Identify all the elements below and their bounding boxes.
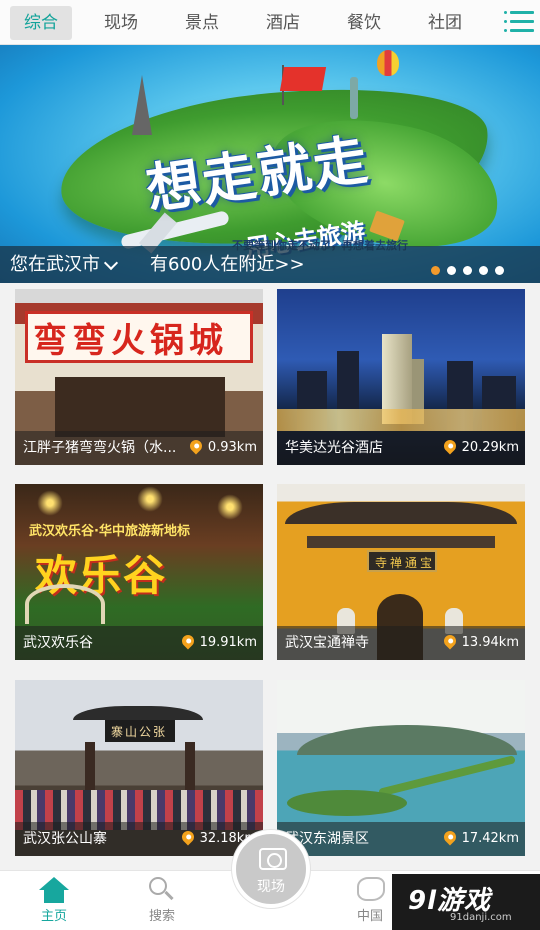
causeway	[378, 755, 516, 797]
watermark: 9l游戏 91danji.com	[392, 874, 540, 930]
firework	[135, 484, 165, 514]
nav-search-label: 搜索	[148, 909, 175, 924]
location-pin-icon	[187, 437, 205, 454]
flag-icon	[279, 67, 327, 91]
gate-roof	[73, 706, 203, 720]
hills	[297, 725, 517, 755]
restaurant-sign-text: 弯弯火锅城	[33, 321, 228, 361]
temple-roof	[285, 502, 517, 524]
location-pin-icon	[179, 632, 197, 649]
tab-comprehensive[interactable]: 综合	[10, 6, 72, 40]
location-pin-icon	[179, 828, 197, 845]
home-icon	[39, 877, 69, 903]
tab-attractions[interactable]: 景点	[171, 6, 233, 40]
park-slogan: 武汉欢乐谷·华中旅游新地标	[29, 524, 190, 539]
card-caption: 武汉宝通禅寺 13.94km	[277, 626, 525, 660]
distance-value: 20.29km	[461, 440, 519, 455]
carousel-dot[interactable]	[431, 266, 440, 275]
firework	[35, 488, 65, 518]
place-distance: 20.29km	[441, 431, 519, 465]
place-card[interactable]: 华美达光谷酒店 20.29km	[277, 289, 525, 465]
carousel-dot[interactable]	[495, 266, 504, 275]
location-label: 您在武汉市	[10, 254, 100, 275]
carousel-dot[interactable]	[479, 266, 488, 275]
storefront	[55, 377, 225, 437]
nav-home[interactable]: 主页	[19, 871, 89, 930]
carousel-dot[interactable]	[463, 266, 472, 275]
top-tab-bar: 综合 现场 景点 酒店 餐饮 社团	[0, 0, 540, 45]
distance-value: 19.91km	[199, 635, 257, 650]
temple-eave	[307, 536, 495, 548]
distance-value: 13.94km	[461, 635, 519, 650]
place-name: 武汉张公山寨	[23, 831, 107, 847]
city-lights	[277, 409, 525, 431]
nearby-people-link[interactable]: 有600人在附近>>	[150, 246, 305, 283]
camera-label: 现场	[257, 879, 285, 895]
china-map-icon	[357, 877, 385, 901]
tab-hotels[interactable]: 酒店	[252, 6, 314, 40]
roller-coaster	[25, 584, 105, 624]
location-pin-icon	[441, 437, 459, 454]
nav-home-label: 主页	[40, 909, 67, 924]
firework	[215, 492, 245, 522]
location-pin-icon	[441, 828, 459, 845]
card-caption: 武汉张公山寨 32.18km	[15, 822, 263, 856]
place-card[interactable]: 武汉东湖景区 17.42km	[277, 680, 525, 856]
place-name: 江胖子猪弯弯火锅（水...	[23, 440, 177, 456]
place-distance: 17.42km	[441, 822, 519, 856]
carousel-dot[interactable]	[447, 266, 456, 275]
place-card[interactable]: 寺禅通宝 武汉宝通禅寺 13.94km	[277, 484, 525, 660]
tab-clubs[interactable]: 社团	[414, 6, 476, 40]
card-caption: 江胖子猪弯弯火锅（水... 0.93km	[15, 431, 263, 465]
temple-plaque-text: 寺禅通宝	[375, 556, 436, 570]
location-selector[interactable]: 您在武汉市	[10, 246, 124, 283]
place-distance: 19.91km	[179, 626, 257, 660]
chevron-down-icon	[103, 255, 119, 271]
carousel-indicator	[424, 260, 504, 275]
place-name: 武汉宝通禅寺	[285, 635, 369, 651]
place-name: 武汉欢乐谷	[23, 635, 93, 651]
place-card[interactable]: 寨山公张 武汉张公山寨 32.18km	[15, 680, 263, 856]
place-card[interactable]: 弯弯火锅城 江胖子猪弯弯火锅（水... 0.93km	[15, 289, 263, 465]
list-menu-icon[interactable]	[504, 8, 534, 36]
watermark-url: 91danji.com	[450, 912, 512, 923]
place-name: 武汉东湖景区	[285, 831, 369, 847]
camera-icon	[259, 848, 287, 870]
place-name: 华美达光谷酒店	[285, 440, 383, 456]
nav-search[interactable]: 搜索	[127, 871, 197, 930]
tower-icon	[132, 75, 152, 135]
location-bar: 您在武汉市 有600人在附近>>	[0, 246, 540, 283]
place-distance: 0.93km	[187, 431, 257, 465]
gate-sign: 寨山公张	[105, 720, 175, 742]
place-card[interactable]: 武汉欢乐谷·华中旅游新地标 欢乐谷 武汉欢乐谷 19.91km	[15, 484, 263, 660]
location-pin-icon	[441, 632, 459, 649]
tab-live[interactable]: 现场	[90, 6, 152, 40]
card-caption: 华美达光谷酒店 20.29km	[277, 431, 525, 465]
distance-value: 17.42km	[461, 831, 519, 846]
lake-island	[287, 790, 407, 816]
statue-icon	[350, 77, 358, 119]
search-icon	[149, 877, 174, 901]
place-distance: 13.94km	[441, 626, 519, 660]
temple-plaque: 寺禅通宝	[367, 550, 437, 572]
card-caption: 武汉东湖景区 17.42km	[277, 822, 525, 856]
distance-value: 0.93km	[207, 440, 257, 455]
tab-dining[interactable]: 餐饮	[333, 6, 395, 40]
gate-sign-text: 寨山公张	[111, 725, 168, 739]
balloon-icon	[377, 50, 399, 76]
card-caption: 武汉欢乐谷 19.91km	[15, 626, 263, 660]
camera-button[interactable]: 现场	[232, 830, 310, 908]
